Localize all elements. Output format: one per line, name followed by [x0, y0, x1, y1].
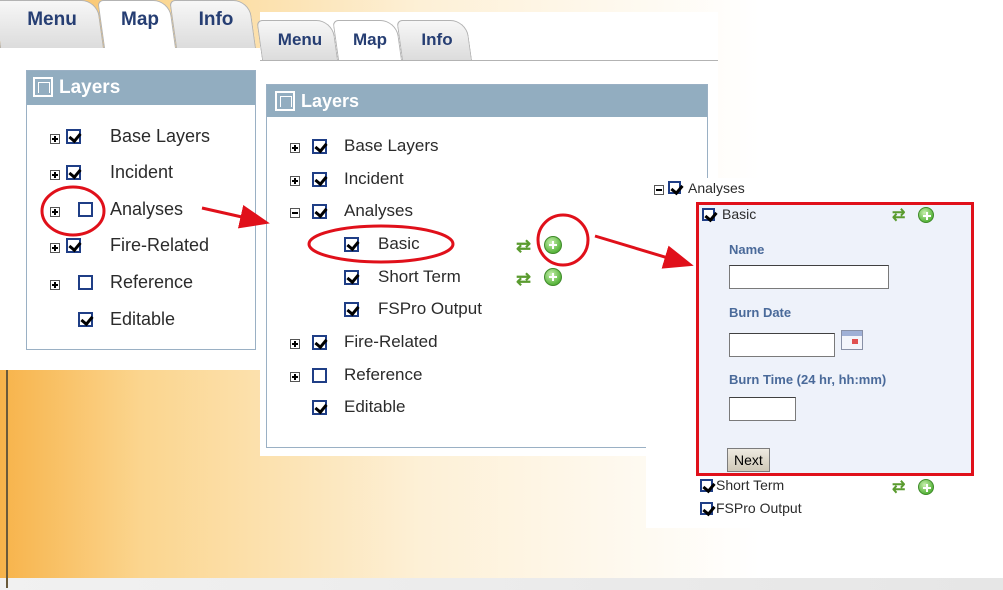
- annotation-arrow-2: [594, 234, 694, 269]
- annotation-circle-basic: [307, 224, 455, 264]
- annotation-circle-analyses: [40, 185, 106, 237]
- annotation-circle-add: [536, 213, 590, 267]
- annotation-overlay: [40, 185, 694, 269]
- annotation-arrow-1: [201, 205, 270, 229]
